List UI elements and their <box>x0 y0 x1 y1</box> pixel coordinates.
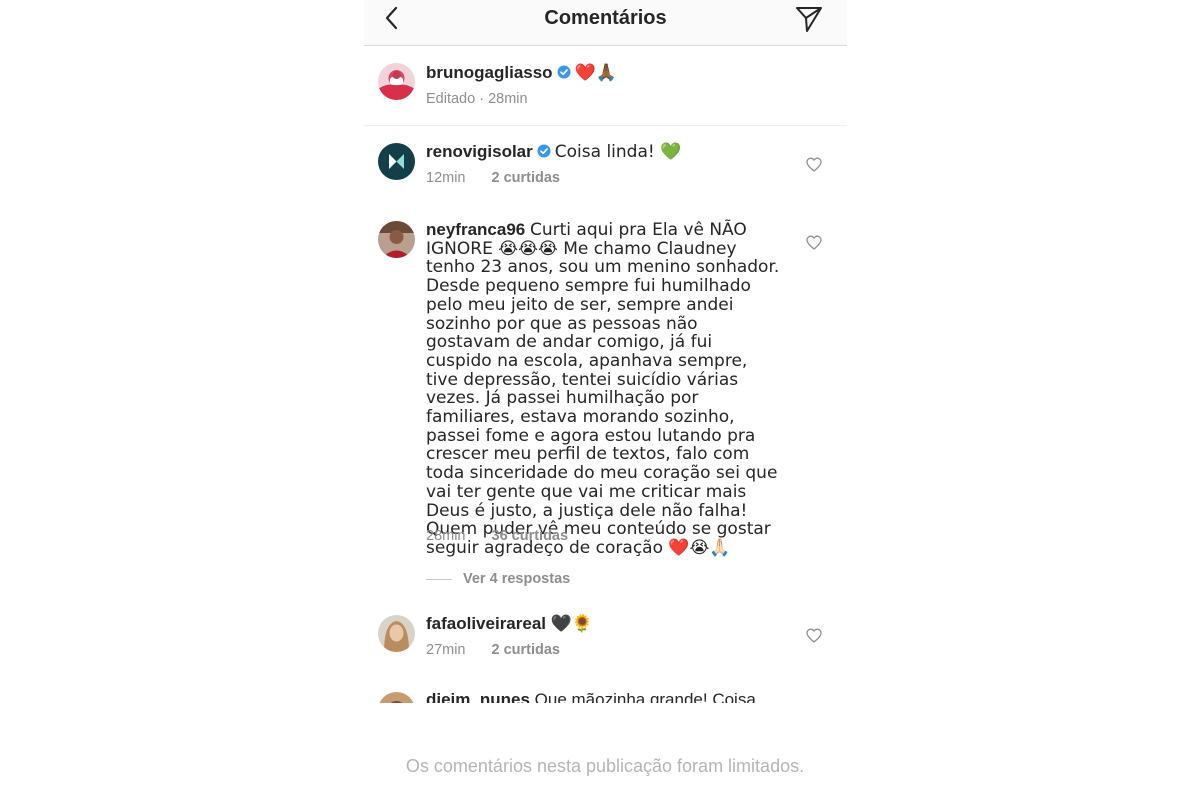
comment-text: Curti aqui pra Ela vê NÃO IGNORE 😭😭😭 Me … <box>426 220 780 558</box>
post-caption: brunogagliasso ❤️🙏🏾 Editado · 28min <box>364 46 847 126</box>
comment-text: Coisa linda! 💚 <box>554 142 682 162</box>
avatar-logo-icon <box>378 143 415 180</box>
replies-divider <box>426 578 452 580</box>
avatar[interactable] <box>378 221 415 258</box>
avatar-photo-icon <box>378 615 415 652</box>
comment-username[interactable]: neyfranca96 <box>426 220 525 239</box>
view-replies-label: Ver 4 respostas <box>463 571 571 587</box>
caption-text: ❤️🙏🏾 <box>574 63 617 83</box>
comment-time: 28min <box>426 528 466 544</box>
comment-line: renovigisolar Coisa linda! 💚 <box>426 142 681 162</box>
avatar[interactable] <box>378 692 415 703</box>
comment-body: neyfranca96 Curti aqui pra Ela vê NÃO IG… <box>426 220 781 558</box>
view-replies-button[interactable]: Ver 4 respostas <box>426 571 570 587</box>
page-title: Comentários <box>544 7 667 29</box>
heart-outline-icon[interactable] <box>806 235 822 250</box>
avatar-photo-icon <box>378 221 415 258</box>
comment-time: 12min <box>426 170 466 186</box>
comment-username[interactable]: djeim_nunes <box>426 690 530 703</box>
heart-outline-icon[interactable] <box>806 628 822 643</box>
verified-badge-icon <box>537 144 551 158</box>
avatar[interactable] <box>378 143 415 180</box>
verified-badge-icon <box>557 65 571 79</box>
caption-meta: Editado · 28min <box>426 91 528 107</box>
caption-line: brunogagliasso ❤️🙏🏾 <box>426 63 617 83</box>
send-icon[interactable] <box>794 5 824 33</box>
comment-likes[interactable]: 36 curtidas <box>492 528 569 544</box>
comment-username[interactable]: renovigisolar <box>426 142 533 161</box>
comment-line: djeim_nunes Que mãozinha grande! Coisa <box>426 690 756 703</box>
comment-text: 🖤🌻 <box>550 614 594 634</box>
avatar-image-icon <box>378 63 415 100</box>
caption-time: 28min <box>488 91 528 107</box>
avatar[interactable] <box>378 615 415 652</box>
caption-username[interactable]: brunogagliasso <box>426 63 553 82</box>
comment-meta: 27min 2 curtidas <box>426 642 560 658</box>
edited-label: Editado <box>426 91 476 107</box>
comment-username[interactable]: fafaoliveirareal <box>426 614 546 633</box>
comment-line: fafaoliveirareal 🖤🌻 <box>426 614 593 634</box>
comment-likes[interactable]: 2 curtidas <box>492 170 561 186</box>
comments-screen: Comentários brunogagliasso ❤️🙏🏾 Editado ·… <box>364 0 847 703</box>
comments-limited-notice: Os comentários nesta publicação foram li… <box>405 756 805 776</box>
comment-time: 27min <box>426 642 466 658</box>
comment-likes[interactable]: 2 curtidas <box>492 642 561 658</box>
comment-meta: 12min 2 curtidas <box>426 170 560 186</box>
heart-outline-icon[interactable] <box>806 157 822 172</box>
comment-text: Que mãozinha grande! Coisa <box>534 690 756 703</box>
avatar[interactable] <box>378 63 415 100</box>
comment-meta: 28min 36 curtidas <box>426 528 568 544</box>
avatar-photo-icon <box>378 692 415 703</box>
top-bar: Comentários <box>364 0 847 46</box>
